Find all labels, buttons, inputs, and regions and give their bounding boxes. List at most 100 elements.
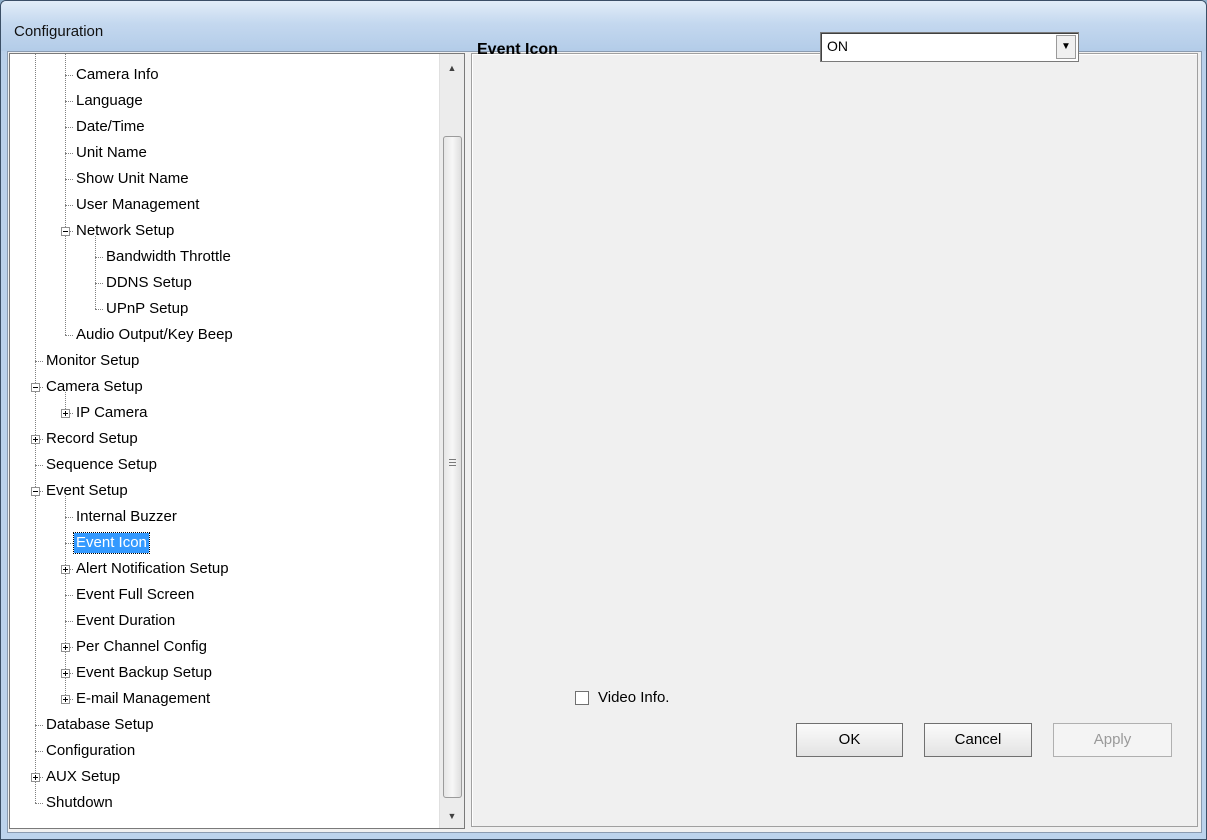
tree-item[interactable]: Event Icon [73, 530, 150, 556]
tree-guide-line [65, 54, 66, 335]
tree-item-label: Camera Setup [46, 378, 143, 395]
tree-item[interactable]: Internal Buzzer [74, 504, 179, 530]
tree-item[interactable]: DDNS Setup [104, 270, 194, 296]
tree-item[interactable]: Alert Notification Setup [74, 556, 231, 582]
tree-item-label: Sequence Setup [46, 456, 157, 473]
tree-item-label: Alert Notification Setup [76, 560, 229, 577]
tree-item[interactable]: Monitor Setup [44, 348, 141, 374]
tree-item-label: Configuration [46, 742, 136, 759]
tree-item-label: Camera Info [76, 66, 159, 83]
tree-item-label: Date/Time [76, 118, 145, 135]
tree-item[interactable]: Shutdown [44, 790, 115, 816]
tree-connector [65, 205, 73, 206]
tree-item[interactable]: E-mail Management [74, 686, 212, 712]
collapse-minus-icon[interactable] [31, 487, 40, 496]
tree-item[interactable]: Database Setup [44, 712, 156, 738]
tree-item-label: Per Channel Config [76, 638, 207, 655]
tree-item[interactable]: Unit Name [74, 140, 149, 166]
tree-item[interactable]: Camera Setup [44, 374, 145, 400]
scroll-up-arrow-icon[interactable]: ▲ [440, 58, 464, 78]
tree-item-label: DDNS Setup [106, 274, 192, 291]
tree-item[interactable]: Network Setup [74, 218, 176, 244]
expand-plus-icon[interactable] [61, 565, 70, 574]
tree-connector [35, 751, 43, 752]
tree-item-label: Audio Output/Key Beep [76, 326, 233, 343]
tree-item[interactable]: Bandwidth Throttle [104, 244, 233, 270]
tree-item[interactable]: Date/Time [74, 114, 147, 140]
tree-item[interactable]: Configuration [44, 738, 137, 764]
scrollbar-thumb[interactable] [443, 136, 462, 798]
tree-item[interactable]: AUX Setup [44, 764, 122, 790]
tree-connector [65, 127, 73, 128]
tree-connector [65, 153, 73, 154]
tree-item[interactable]: Show Unit Name [74, 166, 191, 192]
tree-item[interactable]: Sequence Setup [44, 452, 159, 478]
tree-item[interactable]: Audio Output/Key Beep [74, 322, 235, 348]
event-icon-select-value: ON [827, 38, 848, 54]
tree-item-label: Event Icon [73, 532, 150, 554]
event-icon-select[interactable]: ON ▼ [820, 32, 1079, 62]
tree-item[interactable]: UPnP Setup [104, 296, 190, 322]
tree-item-label: Record Setup [46, 430, 138, 447]
tree-connector [95, 309, 103, 310]
tree-connector [35, 465, 43, 466]
settings-panel [471, 53, 1198, 827]
expand-plus-icon[interactable] [61, 409, 70, 418]
tree-connector [65, 101, 73, 102]
tree-item-label: Bandwidth Throttle [106, 248, 231, 265]
tree-item-label: IP Camera [76, 404, 148, 421]
tree-connector [35, 361, 43, 362]
collapse-minus-icon[interactable] [61, 227, 70, 236]
tree-connector [65, 75, 73, 76]
tree-item[interactable]: Event Backup Setup [74, 660, 214, 686]
ok-button[interactable]: OK [796, 723, 903, 757]
tree-connector [65, 621, 73, 622]
tree-item-label: Event Backup Setup [76, 664, 212, 681]
tree-guide-line [35, 54, 36, 803]
tree-connector [65, 179, 73, 180]
expand-plus-icon[interactable] [31, 435, 40, 444]
video-info-label: Video Info. [598, 689, 670, 706]
cancel-button[interactable]: Cancel [924, 723, 1032, 757]
tree-item[interactable]: User Management [74, 192, 201, 218]
expand-plus-icon[interactable] [31, 773, 40, 782]
tree-item-label: Internal Buzzer [76, 508, 177, 525]
tree-scrollbar[interactable]: ▲ ▼ [439, 54, 464, 828]
tree-item[interactable]: Event Duration [74, 608, 177, 634]
tree-item-label: Show Unit Name [76, 170, 189, 187]
tree-connector [65, 595, 73, 596]
tree-item-label: Shutdown [46, 794, 113, 811]
tree-item-label: Network Setup [76, 222, 175, 239]
tree-item[interactable]: Event Setup [44, 478, 130, 504]
tree-item[interactable]: Language [74, 88, 145, 114]
tree-item-label: Event Setup [46, 482, 128, 499]
tree-item[interactable]: Record Setup [44, 426, 140, 452]
tree-connector [35, 803, 43, 804]
tree-item[interactable]: Event Full Screen [74, 582, 196, 608]
expand-plus-icon[interactable] [61, 695, 70, 704]
window-title: Configuration [14, 23, 104, 40]
tree-connector [65, 335, 73, 336]
apply-button[interactable]: Apply [1053, 723, 1172, 757]
video-info-checkbox[interactable] [575, 691, 589, 705]
tree-connector [65, 543, 73, 544]
configuration-window: Configuration Camera Info Language Date/Ti… [0, 0, 1207, 840]
tree-item-label: Language [76, 92, 143, 109]
tree-item[interactable]: Per Channel Config [74, 634, 209, 660]
tree-items: Camera Info Language Date/Time Unit Name Sho… [10, 54, 440, 828]
tree-connector [95, 257, 103, 258]
chevron-down-icon[interactable]: ▼ [1056, 35, 1076, 59]
tree-connector [95, 283, 103, 284]
tree-item-label: E-mail Management [76, 690, 211, 707]
grip-icon [449, 459, 456, 467]
expand-plus-icon[interactable] [61, 643, 70, 652]
settings-tree[interactable]: Camera Info Language Date/Time Unit Name Sho… [9, 53, 465, 829]
tree-item[interactable]: Camera Info [74, 62, 161, 88]
expand-plus-icon[interactable] [61, 669, 70, 678]
collapse-minus-icon[interactable] [31, 383, 40, 392]
scroll-down-arrow-icon[interactable]: ▼ [440, 806, 464, 826]
tree-item-label: Monitor Setup [46, 352, 140, 369]
tree-item[interactable]: IP Camera [74, 400, 149, 426]
dialog-client-area: Camera Info Language Date/Time Unit Name Sho… [7, 51, 1202, 833]
tree-item-label: Unit Name [76, 144, 147, 161]
